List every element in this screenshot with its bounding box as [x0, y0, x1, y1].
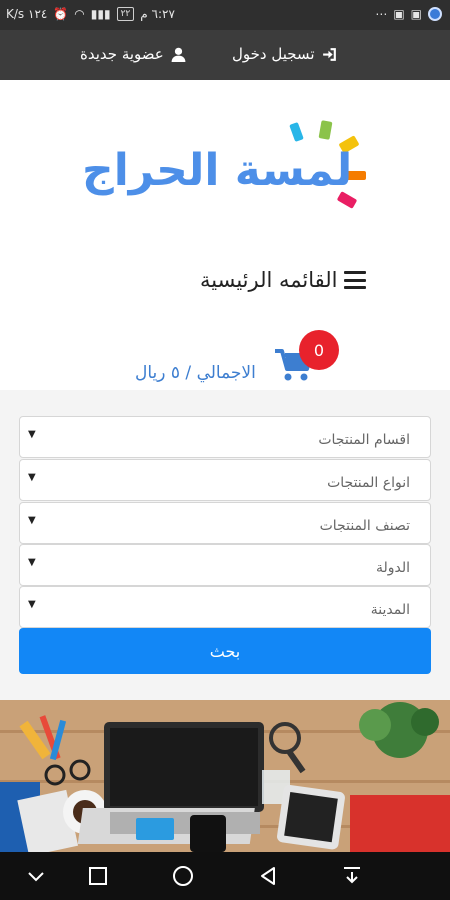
- gallery-icon: ▣: [410, 7, 422, 21]
- caret-down-icon: ▼: [28, 515, 36, 526]
- banner-image: [0, 700, 450, 852]
- desk-illustration: [0, 700, 450, 852]
- status-right: ⋯ ▣ ▣: [375, 7, 442, 21]
- app-icon: [428, 7, 442, 21]
- battery-indicator: ٢٢: [116, 7, 135, 21]
- home-icon[interactable]: [171, 864, 195, 888]
- clock: ٦:٢٧ م: [140, 7, 175, 21]
- back-icon[interactable]: [256, 864, 280, 888]
- android-nav-bar: [0, 852, 450, 900]
- country-select[interactable]: الدولة ▼: [19, 544, 431, 586]
- login-label: تسجيل دخول: [232, 45, 315, 63]
- alarm-icon: ⏰: [53, 7, 69, 21]
- more-icon: ⋯: [375, 7, 388, 21]
- logo-ray: [318, 120, 333, 140]
- register-label: عضوية جديدة: [80, 45, 164, 63]
- main-menu-label: القائمه الرئيسية: [200, 268, 338, 292]
- classification-select[interactable]: تصنف المنتجات ▼: [19, 502, 431, 544]
- signal-icon: ▮▮▮: [90, 7, 111, 21]
- cart[interactable]: الاجمالي / ٥ ريال 0: [135, 330, 355, 390]
- login-link[interactable]: تسجيل دخول: [232, 45, 338, 63]
- cart-count-badge: 0: [299, 330, 339, 370]
- status-left: ٦:٢٧ م ٢٢ ▮▮▮ ◠ ⏰ ١٢٤ K/s: [6, 7, 175, 21]
- menu-icon: [343, 271, 366, 289]
- status-bar: ٦:٢٧ م ٢٢ ▮▮▮ ◠ ⏰ ١٢٤ K/s ⋯ ▣ ▣: [0, 0, 450, 30]
- logo-text: لمسة الحراج: [82, 145, 353, 196]
- categories-select[interactable]: اقسام المنتجات ▼: [19, 416, 431, 458]
- search-button[interactable]: بحث: [19, 628, 431, 674]
- notification-icon: ▣: [393, 7, 405, 21]
- sign-in-icon: [322, 47, 336, 61]
- types-select[interactable]: انواع المنتجات ▼: [19, 459, 431, 501]
- recent-apps-icon[interactable]: [86, 864, 110, 888]
- auth-bar: تسجيل دخول عضوية جديدة: [0, 30, 450, 80]
- logo-ray: [289, 122, 304, 142]
- filter-panel: اقسام المنتجات ▼ انواع المنتجات ▼ تصنف ا…: [0, 390, 450, 700]
- caret-down-icon: ▼: [28, 472, 36, 483]
- city-select-label: المدينة: [370, 602, 410, 618]
- classification-select-label: تصنف المنتجات: [319, 518, 410, 534]
- download-icon[interactable]: [340, 864, 364, 888]
- cart-total: الاجمالي / ٥ ريال: [135, 363, 256, 383]
- wifi-icon: ◠: [74, 7, 85, 21]
- types-select-label: انواع المنتجات: [327, 475, 410, 491]
- site-logo[interactable]: لمسة الحراج: [80, 115, 380, 215]
- caret-down-icon: ▼: [28, 557, 36, 568]
- user-icon: [171, 47, 186, 62]
- register-link[interactable]: عضوية جديدة: [80, 45, 187, 63]
- caret-down-icon: ▼: [28, 429, 36, 440]
- chevron-down-icon[interactable]: [24, 864, 48, 888]
- caret-down-icon: ▼: [28, 599, 36, 610]
- categories-select-label: اقسام المنتجات: [318, 432, 410, 448]
- network-speed: ١٢٤ K/s: [6, 7, 48, 21]
- city-select[interactable]: المدينة ▼: [19, 586, 431, 628]
- main-menu-toggle[interactable]: القائمه الرئيسية: [200, 268, 366, 292]
- country-select-label: الدولة: [375, 560, 410, 576]
